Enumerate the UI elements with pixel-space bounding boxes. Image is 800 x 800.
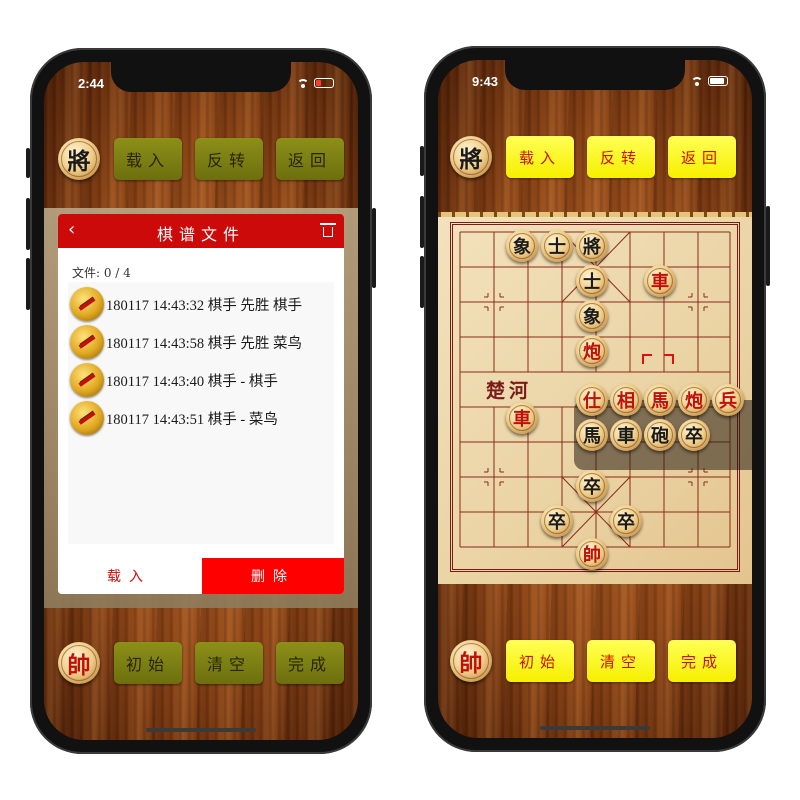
board-piece[interactable]: 象 <box>506 230 538 262</box>
home-indicator[interactable] <box>540 726 650 730</box>
file-count: 文件: 0 / 4 <box>72 266 131 280</box>
status-time: 9:43 <box>472 74 499 89</box>
tray-piece[interactable]: 車 <box>610 419 642 451</box>
file-name: 180117 14:43:40 棋手 - 棋手 <box>106 373 278 390</box>
river-text: 楚河 <box>486 380 533 402</box>
file-name: 180117 14:43:32 棋手 先胜 棋手 <box>106 297 303 314</box>
initial-button[interactable]: 初始 <box>506 640 574 682</box>
wifi-icon <box>691 76 703 86</box>
wifi-icon <box>297 78 309 88</box>
file-list: 180117 14:43:32 棋手 先胜 棋手 180117 14:43:58… <box>68 282 334 544</box>
dialog-header: ‹ 棋谱文件 <box>58 214 344 248</box>
selection-marker <box>642 354 652 364</box>
load-button[interactable]: 载入 <box>506 136 574 178</box>
left-phone: 2:44 將 载入 反转 返回 ‹ 棋谱文件 文件: 0 / 4 180117 … <box>26 48 376 754</box>
tray-piece[interactable]: 馬 <box>644 384 676 416</box>
dialog-load-button[interactable]: 载入 <box>58 558 200 594</box>
tray-piece[interactable]: 仕 <box>576 384 608 416</box>
general-piece-icon[interactable]: 將 <box>450 136 492 178</box>
flip-button[interactable]: 反转 <box>195 138 263 180</box>
board-piece[interactable]: 車 <box>644 265 676 297</box>
game-file-icon <box>70 401 104 435</box>
board-piece[interactable]: 卒 <box>541 505 573 537</box>
board-piece[interactable]: 炮 <box>576 335 608 367</box>
done-button[interactable]: 完成 <box>668 640 736 682</box>
home-indicator[interactable] <box>146 728 256 732</box>
board-piece[interactable]: 車 <box>506 402 538 434</box>
file-item[interactable]: 180117 14:43:32 棋手 先胜 棋手 <box>70 286 334 322</box>
marshal-piece-icon[interactable]: 帥 <box>58 642 100 684</box>
dialog-delete-button[interactable]: 删除 <box>202 558 344 594</box>
dialog-title: 棋谱文件 <box>156 225 245 244</box>
trash-icon[interactable] <box>320 223 336 237</box>
selection-marker <box>664 354 674 364</box>
general-piece-icon[interactable]: 將 <box>58 138 100 180</box>
tray-piece[interactable]: 兵 <box>712 384 744 416</box>
tray-piece[interactable]: 砲 <box>644 419 676 451</box>
clear-button[interactable]: 清空 <box>195 642 263 684</box>
game-file-icon <box>70 363 104 397</box>
file-item[interactable]: 180117 14:43:51 棋手 - 菜鸟 <box>70 400 334 436</box>
back-button[interactable]: 返回 <box>668 136 736 178</box>
file-item[interactable]: 180117 14:43:40 棋手 - 棋手 <box>70 362 334 398</box>
file-name: 180117 14:43:58 棋手 先胜 菜鸟 <box>106 335 303 352</box>
file-item[interactable]: 180117 14:43:58 棋手 先胜 菜鸟 <box>70 324 334 360</box>
status-time: 2:44 <box>78 76 105 91</box>
right-screen: 9:43 將 载入 反转 返回 楚河 象 士 將 士 車 象 炮 車 卒 卒 卒… <box>438 60 752 738</box>
board-piece[interactable]: 卒 <box>576 470 608 502</box>
flip-button[interactable]: 反转 <box>587 136 655 178</box>
game-file-icon <box>70 325 104 359</box>
left-screen: 2:44 將 载入 反转 返回 ‹ 棋谱文件 文件: 0 / 4 180117 … <box>44 62 358 740</box>
load-button[interactable]: 载入 <box>114 138 182 180</box>
status-bar: 9:43 <box>466 74 728 92</box>
board-piece[interactable]: 卒 <box>610 505 642 537</box>
battery-icon <box>314 78 334 88</box>
status-bar: 2:44 <box>72 76 334 94</box>
done-button[interactable]: 完成 <box>276 642 344 684</box>
tray-piece[interactable]: 相 <box>610 384 642 416</box>
tray-piece[interactable]: 卒 <box>678 419 710 451</box>
tray-piece[interactable]: 炮 <box>678 384 710 416</box>
initial-button[interactable]: 初始 <box>114 642 182 684</box>
board-piece[interactable]: 士 <box>576 265 608 297</box>
right-phone: 9:43 將 载入 反转 返回 楚河 象 士 將 士 車 象 炮 車 卒 卒 卒… <box>420 46 770 752</box>
board-piece[interactable]: 象 <box>576 300 608 332</box>
clear-button[interactable]: 清空 <box>587 640 655 682</box>
tray-piece[interactable]: 馬 <box>576 419 608 451</box>
game-records-dialog: ‹ 棋谱文件 文件: 0 / 4 180117 14:43:32 棋手 先胜 棋… <box>58 214 344 594</box>
board-piece[interactable]: 帥 <box>576 538 608 570</box>
back-button[interactable]: 返回 <box>276 138 344 180</box>
battery-icon <box>708 76 728 86</box>
game-file-icon <box>70 287 104 321</box>
marshal-piece-icon[interactable]: 帥 <box>450 640 492 682</box>
file-name: 180117 14:43:51 棋手 - 菜鸟 <box>106 411 278 428</box>
board-piece[interactable]: 士 <box>541 230 573 262</box>
board-piece[interactable]: 將 <box>576 230 608 262</box>
